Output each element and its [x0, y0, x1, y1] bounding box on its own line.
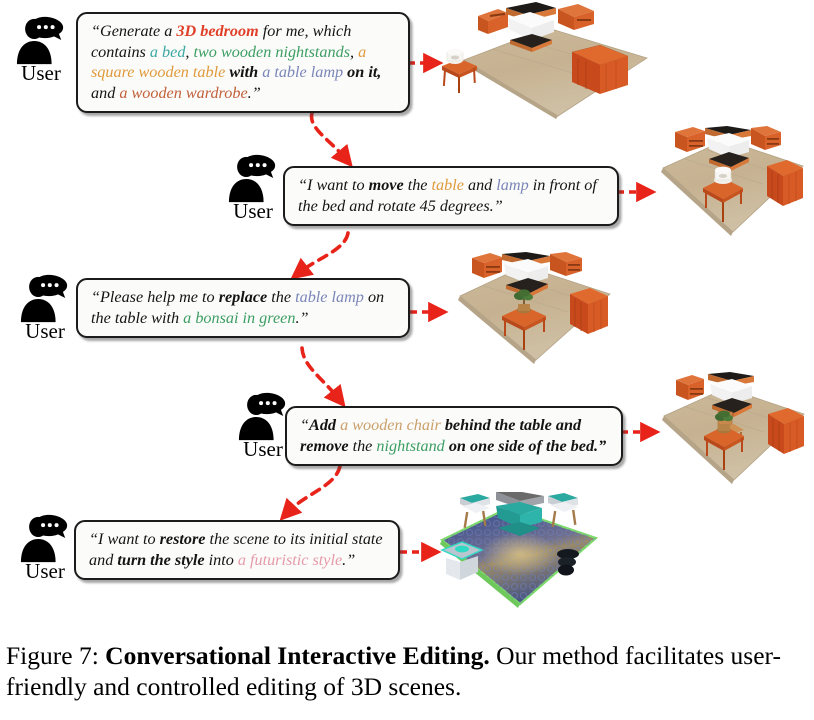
user-speech-bubble-icon [20, 514, 68, 563]
caption-title: Conversational Interactive Editing. [105, 641, 490, 670]
bubble-text-run: on one side of the bed.” [444, 436, 607, 455]
bubble-text-run: and [463, 176, 497, 194]
speech-bubble-5[interactable]: “I want to restore the scene to its init… [74, 520, 400, 580]
user-speech-bubble-icon [228, 154, 276, 203]
user-avatar-3: User [14, 272, 76, 343]
user-avatar-5: User [14, 512, 76, 583]
scene-table-moved [655, 126, 810, 248]
bubble-text-run: a table lamp [262, 63, 344, 81]
bubble-text-run: turn the style [117, 550, 205, 569]
figure-caption: Figure 7: Conversational Interactive Edi… [6, 640, 808, 702]
speech-bubble-1[interactable]: “Generate a 3D bedroom for me, which con… [76, 12, 410, 113]
bubble-text-run: replace [218, 288, 268, 306]
bubble-text-run: remove [300, 436, 349, 455]
bubble-text-run: “I want to [89, 530, 160, 548]
user-avatar-1: User [10, 14, 72, 85]
caption-prefix: Figure 7: [6, 641, 99, 670]
bubble-text-run: .” [342, 550, 356, 569]
bubble-text-4: “Add a wooden chair behind the table and… [300, 415, 610, 456]
speech-bubble-3[interactable]: “Please help me to replace the table lam… [76, 278, 410, 338]
bubble-text-run: “ [300, 416, 310, 434]
arrow-turn2-to-turn3 [290, 231, 350, 280]
bubble-text-run: two wooden nightstands [193, 42, 351, 61]
bubble-text-run: , [350, 42, 359, 61]
user-speech-bubble-icon [238, 392, 286, 441]
bubble-text-run: “Generate a [91, 22, 177, 40]
scene-futuristic [420, 492, 605, 614]
arrow-turn1-to-turn2 [309, 111, 353, 168]
bubble-text-run: a bed [149, 42, 186, 61]
bubble-text-run: table [431, 176, 464, 194]
bubble-text-run: Add [309, 416, 337, 434]
bubble-text-run: the [348, 436, 377, 455]
speech-bubble-4[interactable]: “Add a wooden chair behind the table and… [285, 406, 623, 466]
bubble-text-run: .” [295, 308, 309, 327]
scene-bonsai-replaced [440, 252, 620, 374]
bubble-text-run: a wooden wardrobe [119, 83, 248, 102]
bubble-text-1: “Generate a 3D bedroom for me, which con… [91, 21, 397, 103]
user-label-1: User [21, 61, 61, 85]
bubble-text-run: into [204, 550, 238, 569]
bubble-text-run: .” [247, 83, 261, 102]
figure-7-conversational-interactive-editing: User “Generate a 3D bedroom for me, whic… [0, 0, 814, 720]
user-label-5: User [25, 559, 65, 583]
user-speech-bubble-icon [20, 274, 68, 323]
arrow-turn4-to-turn5 [279, 464, 342, 521]
bubble-text-run: a wooden chair [336, 416, 441, 434]
user-label-3: User [25, 319, 65, 343]
bubble-text-run: and [91, 83, 120, 102]
bubble-text-run: “Please help me to [91, 288, 219, 306]
bubble-text-run: lamp [496, 176, 529, 194]
scene-chair-added [656, 372, 811, 494]
bubble-text-run: a bonsai in green [183, 308, 296, 327]
bubble-text-run: with [225, 63, 263, 81]
bubble-text-run: move [368, 176, 404, 194]
bubble-text-run: on it, [343, 63, 382, 81]
bubble-text-5: “I want to restore the scene to its init… [89, 529, 387, 570]
bubble-text-run: , [185, 42, 194, 61]
user-speech-bubble-icon [16, 16, 64, 65]
bubble-text-run: behind the table and [440, 416, 582, 434]
bubble-text-run: nightstand [376, 436, 445, 455]
bubble-text-3: “Please help me to replace the table lam… [91, 287, 397, 328]
speech-bubble-2[interactable]: “I want to move the table and lamp in fr… [283, 166, 619, 226]
user-label-2: User [233, 199, 273, 223]
bubble-text-run: a futuristic style [237, 550, 343, 569]
user-avatar-2: User [222, 152, 284, 223]
arrow-turn3-to-turn4 [300, 346, 346, 408]
bubble-text-run: the [267, 288, 296, 306]
bubble-text-run: 3D bedroom [176, 22, 259, 40]
bubble-text-run: the [403, 176, 432, 194]
bubble-text-run: table lamp [295, 288, 364, 306]
bubble-text-run: “I want to [298, 176, 369, 194]
scene-initial-bedroom [432, 0, 662, 120]
bubble-text-run: restore [159, 530, 206, 548]
bubble-text-2: “I want to move the table and lamp in fr… [298, 175, 606, 216]
